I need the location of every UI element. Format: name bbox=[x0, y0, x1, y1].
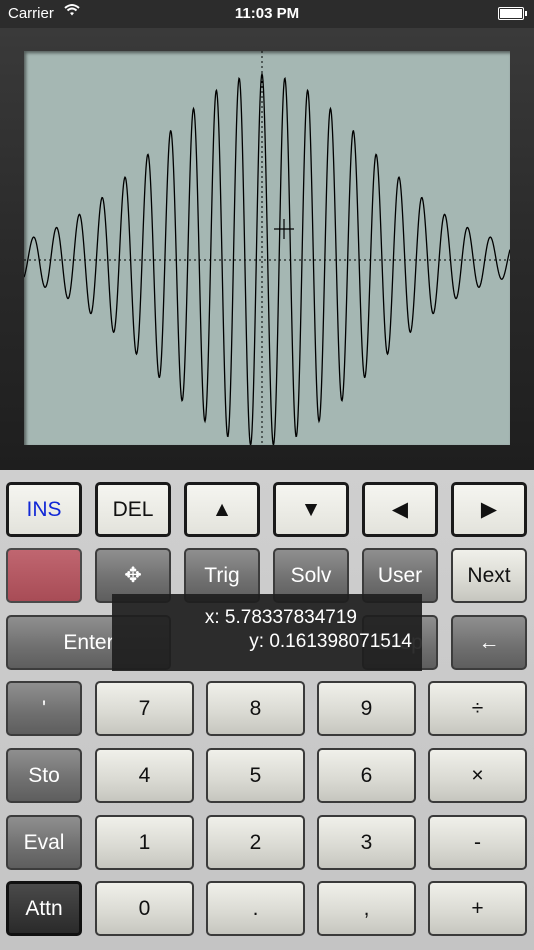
status-bar: Carrier 11:03 PM bbox=[0, 0, 534, 28]
screen-bezel bbox=[0, 28, 534, 470]
eval-key[interactable]: Eval bbox=[6, 815, 82, 870]
digit-1-key[interactable]: 1 bbox=[95, 815, 194, 870]
digit-7-key[interactable]: 7 bbox=[95, 681, 194, 736]
digit-0-key[interactable]: 0 bbox=[95, 881, 194, 936]
divide-key[interactable]: ÷ bbox=[428, 681, 527, 736]
clock: 11:03 PM bbox=[234, 5, 300, 22]
arrow-up-key[interactable]: ▲ bbox=[184, 482, 260, 537]
plot-area[interactable] bbox=[24, 51, 510, 445]
arrow-left-key[interactable]: ◀ bbox=[362, 482, 438, 537]
battery-icon bbox=[498, 7, 527, 20]
arrow-down-key[interactable]: ▼ bbox=[273, 482, 349, 537]
decimal-point-key[interactable]: . bbox=[206, 881, 305, 936]
sto-key[interactable]: Sto bbox=[6, 748, 82, 803]
digit-4-key[interactable]: 4 bbox=[95, 748, 194, 803]
digit-2-key[interactable]: 2 bbox=[206, 815, 305, 870]
digit-3-key[interactable]: 3 bbox=[317, 815, 416, 870]
arrow-right-key[interactable]: ▶ bbox=[451, 482, 527, 537]
plus-key[interactable]: + bbox=[428, 881, 527, 936]
quote-key[interactable]: ' bbox=[6, 681, 82, 736]
minus-key[interactable]: - bbox=[428, 815, 527, 870]
digit-8-key[interactable]: 8 bbox=[206, 681, 305, 736]
crosshair-cursor bbox=[274, 219, 294, 239]
digit-9-key[interactable]: 9 bbox=[317, 681, 416, 736]
digit-6-key[interactable]: 6 bbox=[317, 748, 416, 803]
readout-y: y: 0.161398071514 bbox=[249, 631, 412, 652]
readout-x: x: 5.78337834719 bbox=[204, 607, 357, 628]
attn-key[interactable]: Attn bbox=[6, 881, 82, 936]
comma-key[interactable]: , bbox=[317, 881, 416, 936]
coordinate-readout: x: 5.78337834719 y: 0.161398071514 bbox=[112, 594, 422, 671]
ins-key[interactable]: INS bbox=[6, 482, 82, 537]
shift-key[interactable] bbox=[6, 548, 82, 603]
multiply-key[interactable]: × bbox=[428, 748, 527, 803]
function-curve bbox=[24, 71, 510, 445]
graph-display[interactable] bbox=[24, 51, 510, 445]
backspace-key[interactable]: ← bbox=[451, 615, 527, 670]
next-key[interactable]: Next bbox=[451, 548, 527, 603]
digit-5-key[interactable]: 5 bbox=[206, 748, 305, 803]
del-key[interactable]: DEL bbox=[95, 482, 171, 537]
